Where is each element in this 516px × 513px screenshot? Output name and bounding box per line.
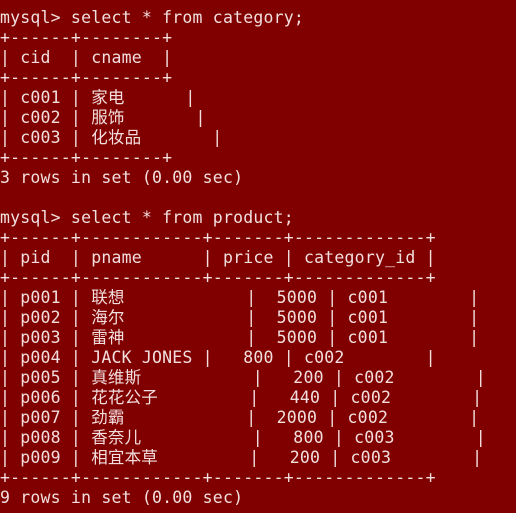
result-summary: 3 rows in set (0.00 sec) <box>0 168 244 187</box>
table-row: | p001 | 联想 | 5000 | c001 | <box>0 288 480 307</box>
table-header-row: | pid | pname | price | category_id | <box>0 248 436 267</box>
terminal-window[interactable]: mysql> select * from category; +------+-… <box>0 0 516 513</box>
table-row: | p004 | JACK JONES | 800 | c002 | <box>0 348 436 367</box>
table-row: | c002 | 服饰 | <box>0 108 206 127</box>
table-row: | p003 | 雷神 | 5000 | c001 | <box>0 328 480 347</box>
result-summary: 9 rows in set (0.00 sec) <box>0 488 244 507</box>
table-border: +------+--------+ <box>0 68 173 87</box>
table-row: | p007 | 劲霸 | 2000 | c002 | <box>0 408 480 427</box>
table-border: +------+------------+-------+-----------… <box>0 228 436 247</box>
table-border: +------+------------+-------+-----------… <box>0 468 436 487</box>
table-row: | c003 | 化妆品 | <box>0 128 223 147</box>
table-row: | p005 | 真维斯 | 200 | c002 | <box>0 368 486 387</box>
table-row: | p009 | 相宜本草 | 200 | c003 | <box>0 448 483 467</box>
table-border: +------+------------+-------+-----------… <box>0 268 436 287</box>
prompt-line: mysql> select * from category; <box>0 8 305 27</box>
table-row: | p006 | 花花公子 | 440 | c002 | <box>0 388 483 407</box>
table-header-row: | cid | cname | <box>0 48 173 67</box>
table-border: +------+--------+ <box>0 28 173 47</box>
prompt-line: mysql> select * from product; <box>0 208 294 227</box>
table-row: | p008 | 香奈儿 | 800 | c003 | <box>0 428 486 447</box>
table-border: +------+--------+ <box>0 148 173 167</box>
table-row: | c001 | 家电 | <box>0 88 196 107</box>
table-row: | p002 | 海尔 | 5000 | c001 | <box>0 308 480 327</box>
